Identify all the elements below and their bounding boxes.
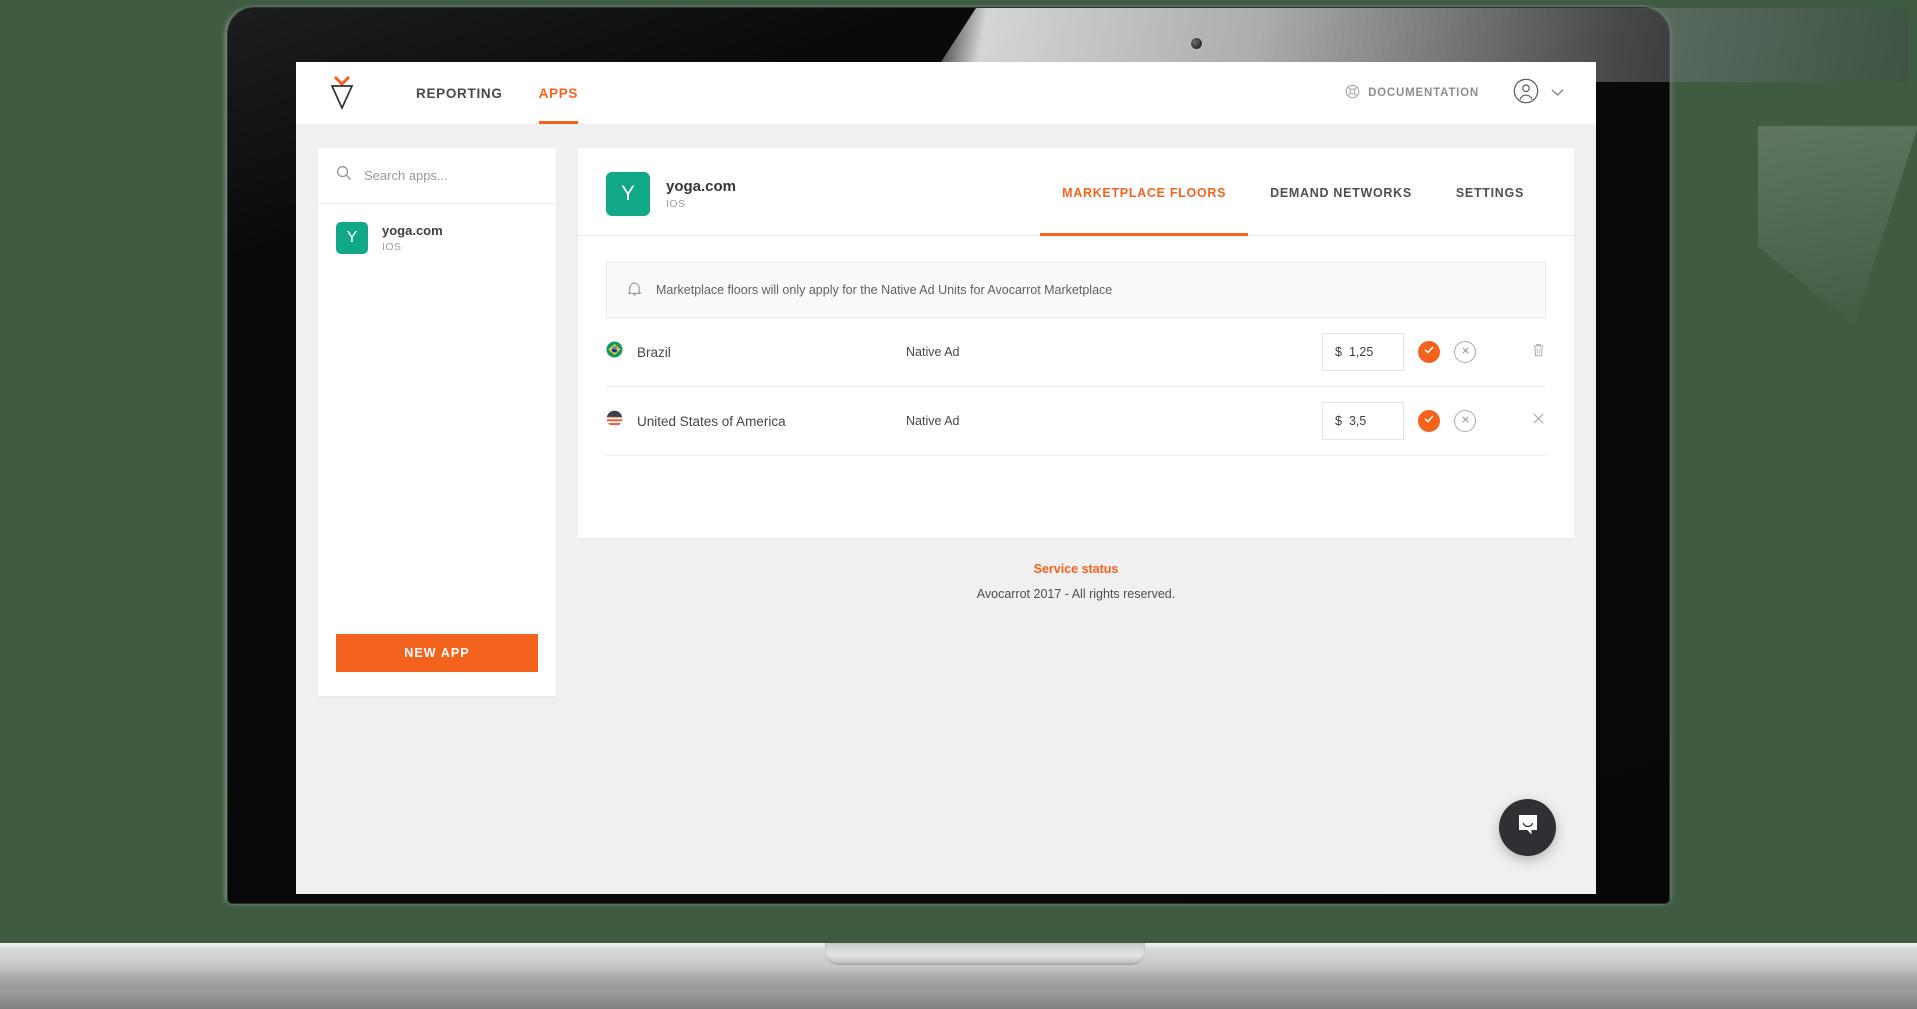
close-circle-icon	[1460, 412, 1471, 430]
chat-launcher-button[interactable]	[1499, 799, 1556, 856]
chat-bubble-icon	[1515, 812, 1541, 843]
floor-ad-type: Native Ad	[906, 345, 960, 359]
top-navigation-right: DOCUMENTATION	[1345, 78, 1564, 109]
nav-link-apps[interactable]: APPS	[521, 62, 597, 124]
remove-floor-button[interactable]	[1476, 411, 1546, 431]
tab-marketplace-floors[interactable]: MARKETPLACE FLOORS	[1040, 172, 1249, 236]
top-navigation-bar: REPORTING APPS DOCUMENTATION	[296, 62, 1596, 124]
flag-brazil-icon	[606, 341, 623, 363]
floor-country-name: Brazil	[637, 344, 671, 360]
apps-sidebar: Y yoga.com IOS NEW APP	[318, 148, 556, 696]
tab-marketplace-floors-label: MARKETPLACE FLOORS	[1062, 186, 1227, 200]
screen-bezel-reflection-secondary	[1758, 126, 1917, 326]
floor-list-spacer	[606, 456, 1546, 498]
app-platform: IOS	[666, 197, 686, 210]
app-icon-tile: Y	[336, 222, 368, 255]
app-title: yoga.com	[666, 177, 737, 195]
page-footer: Service status Avocarrot 2017 - All righ…	[578, 538, 1574, 601]
floor-price-input[interactable]: $ 3,5	[1322, 402, 1404, 440]
marketplace-floors-notice-text: Marketplace floors will only apply for t…	[656, 283, 1113, 297]
workspace: Y yoga.com IOS NEW APP Y	[296, 124, 1596, 894]
floor-price-value: 3,5	[1348, 414, 1367, 428]
app-identity: Y yoga.com IOS	[606, 172, 736, 216]
bell-icon	[627, 280, 642, 300]
account-menu[interactable]	[1513, 78, 1564, 109]
search-input[interactable]	[364, 168, 538, 183]
marketplace-floors-notice: Marketplace floors will only apply for t…	[606, 262, 1546, 318]
currency-symbol: $	[1335, 414, 1342, 428]
browser-viewport: REPORTING APPS DOCUMENTATION Search apps…	[296, 62, 1596, 894]
primary-nav-links: REPORTING APPS	[398, 62, 596, 124]
tab-demand-networks-label: DEMAND NETWORKS	[1270, 186, 1412, 200]
search-apps-row[interactable]	[318, 148, 556, 204]
cancel-floor-button[interactable]	[1454, 410, 1476, 432]
lifebuoy-icon	[1345, 84, 1360, 102]
documentation-link[interactable]: DOCUMENTATION	[1345, 84, 1479, 102]
close-circle-icon	[1460, 343, 1471, 361]
floor-price-value: 1,25	[1348, 345, 1374, 359]
tab-settings[interactable]: SETTINGS	[1434, 172, 1546, 235]
webcam-icon	[1191, 38, 1202, 49]
app-list-item-platform: IOS	[382, 240, 402, 253]
app-detail-card: Y yoga.com IOS MARKETPLACE FLOORS DEMAND…	[578, 148, 1574, 538]
laptop-foot	[0, 990, 1917, 1009]
confirm-floor-button[interactable]	[1418, 341, 1440, 363]
floor-price-controls: $ 3,5	[1322, 402, 1476, 440]
app-list-item-meta: yoga.com IOS	[382, 222, 443, 254]
floor-country: Brazil	[606, 341, 906, 363]
app-list-item-yoga[interactable]: Y yoga.com IOS	[318, 214, 556, 262]
check-icon	[1423, 412, 1435, 430]
app-identity-meta: yoga.com IOS	[666, 176, 736, 213]
nav-link-reporting-label: REPORTING	[416, 85, 503, 101]
new-app-button[interactable]: NEW APP	[336, 634, 538, 672]
app-detail-body: Marketplace floors will only apply for t…	[578, 236, 1574, 538]
confirm-floor-button[interactable]	[1418, 410, 1440, 432]
floor-country: United States of America	[606, 410, 906, 432]
floor-row: United States of America Native Ad $ 3,5	[606, 387, 1546, 456]
check-icon	[1423, 343, 1435, 361]
close-icon	[1531, 411, 1546, 431]
laptop-base-notch	[825, 943, 1145, 965]
floor-country-name: United States of America	[637, 413, 786, 429]
app-detail-tabs: MARKETPLACE FLOORS DEMAND NETWORKS SETTI…	[1040, 172, 1546, 236]
floor-row: Brazil Native Ad $ 1,25	[606, 318, 1546, 387]
floor-ad-type: Native Ad	[906, 414, 960, 428]
app-icon-tile-large: Y	[606, 172, 650, 216]
laptop-mockup: REPORTING APPS DOCUMENTATION Search apps…	[0, 0, 1917, 1009]
tab-settings-label: SETTINGS	[1455, 186, 1524, 200]
copyright-text: Avocarrot 2017 - All rights reserved.	[976, 587, 1176, 601]
search-icon	[336, 165, 352, 186]
nav-link-apps-label: APPS	[538, 85, 579, 101]
app-list: Y yoga.com IOS	[318, 204, 556, 262]
cancel-floor-button[interactable]	[1454, 341, 1476, 363]
app-list-item-name: yoga.com	[382, 223, 443, 238]
delete-floor-button[interactable]	[1476, 342, 1546, 363]
user-avatar-icon	[1513, 78, 1539, 109]
tab-demand-networks[interactable]: DEMAND NETWORKS	[1248, 172, 1434, 235]
flag-usa-icon	[606, 410, 623, 432]
documentation-label: DOCUMENTATION	[1368, 87, 1479, 99]
main-column: Y yoga.com IOS MARKETPLACE FLOORS DEMAND…	[578, 148, 1574, 894]
nav-link-reporting[interactable]: REPORTING	[398, 62, 521, 124]
service-status-link[interactable]: Service status	[1034, 562, 1119, 576]
floor-price-controls: $ 1,25	[1322, 333, 1476, 371]
floor-price-input[interactable]: $ 1,25	[1322, 333, 1404, 371]
currency-symbol: $	[1335, 345, 1342, 359]
trash-icon	[1531, 342, 1546, 363]
app-detail-header: Y yoga.com IOS MARKETPLACE FLOORS DEMAND…	[578, 148, 1574, 236]
avocarrot-logo[interactable]	[320, 71, 364, 115]
chevron-down-icon	[1551, 84, 1564, 102]
